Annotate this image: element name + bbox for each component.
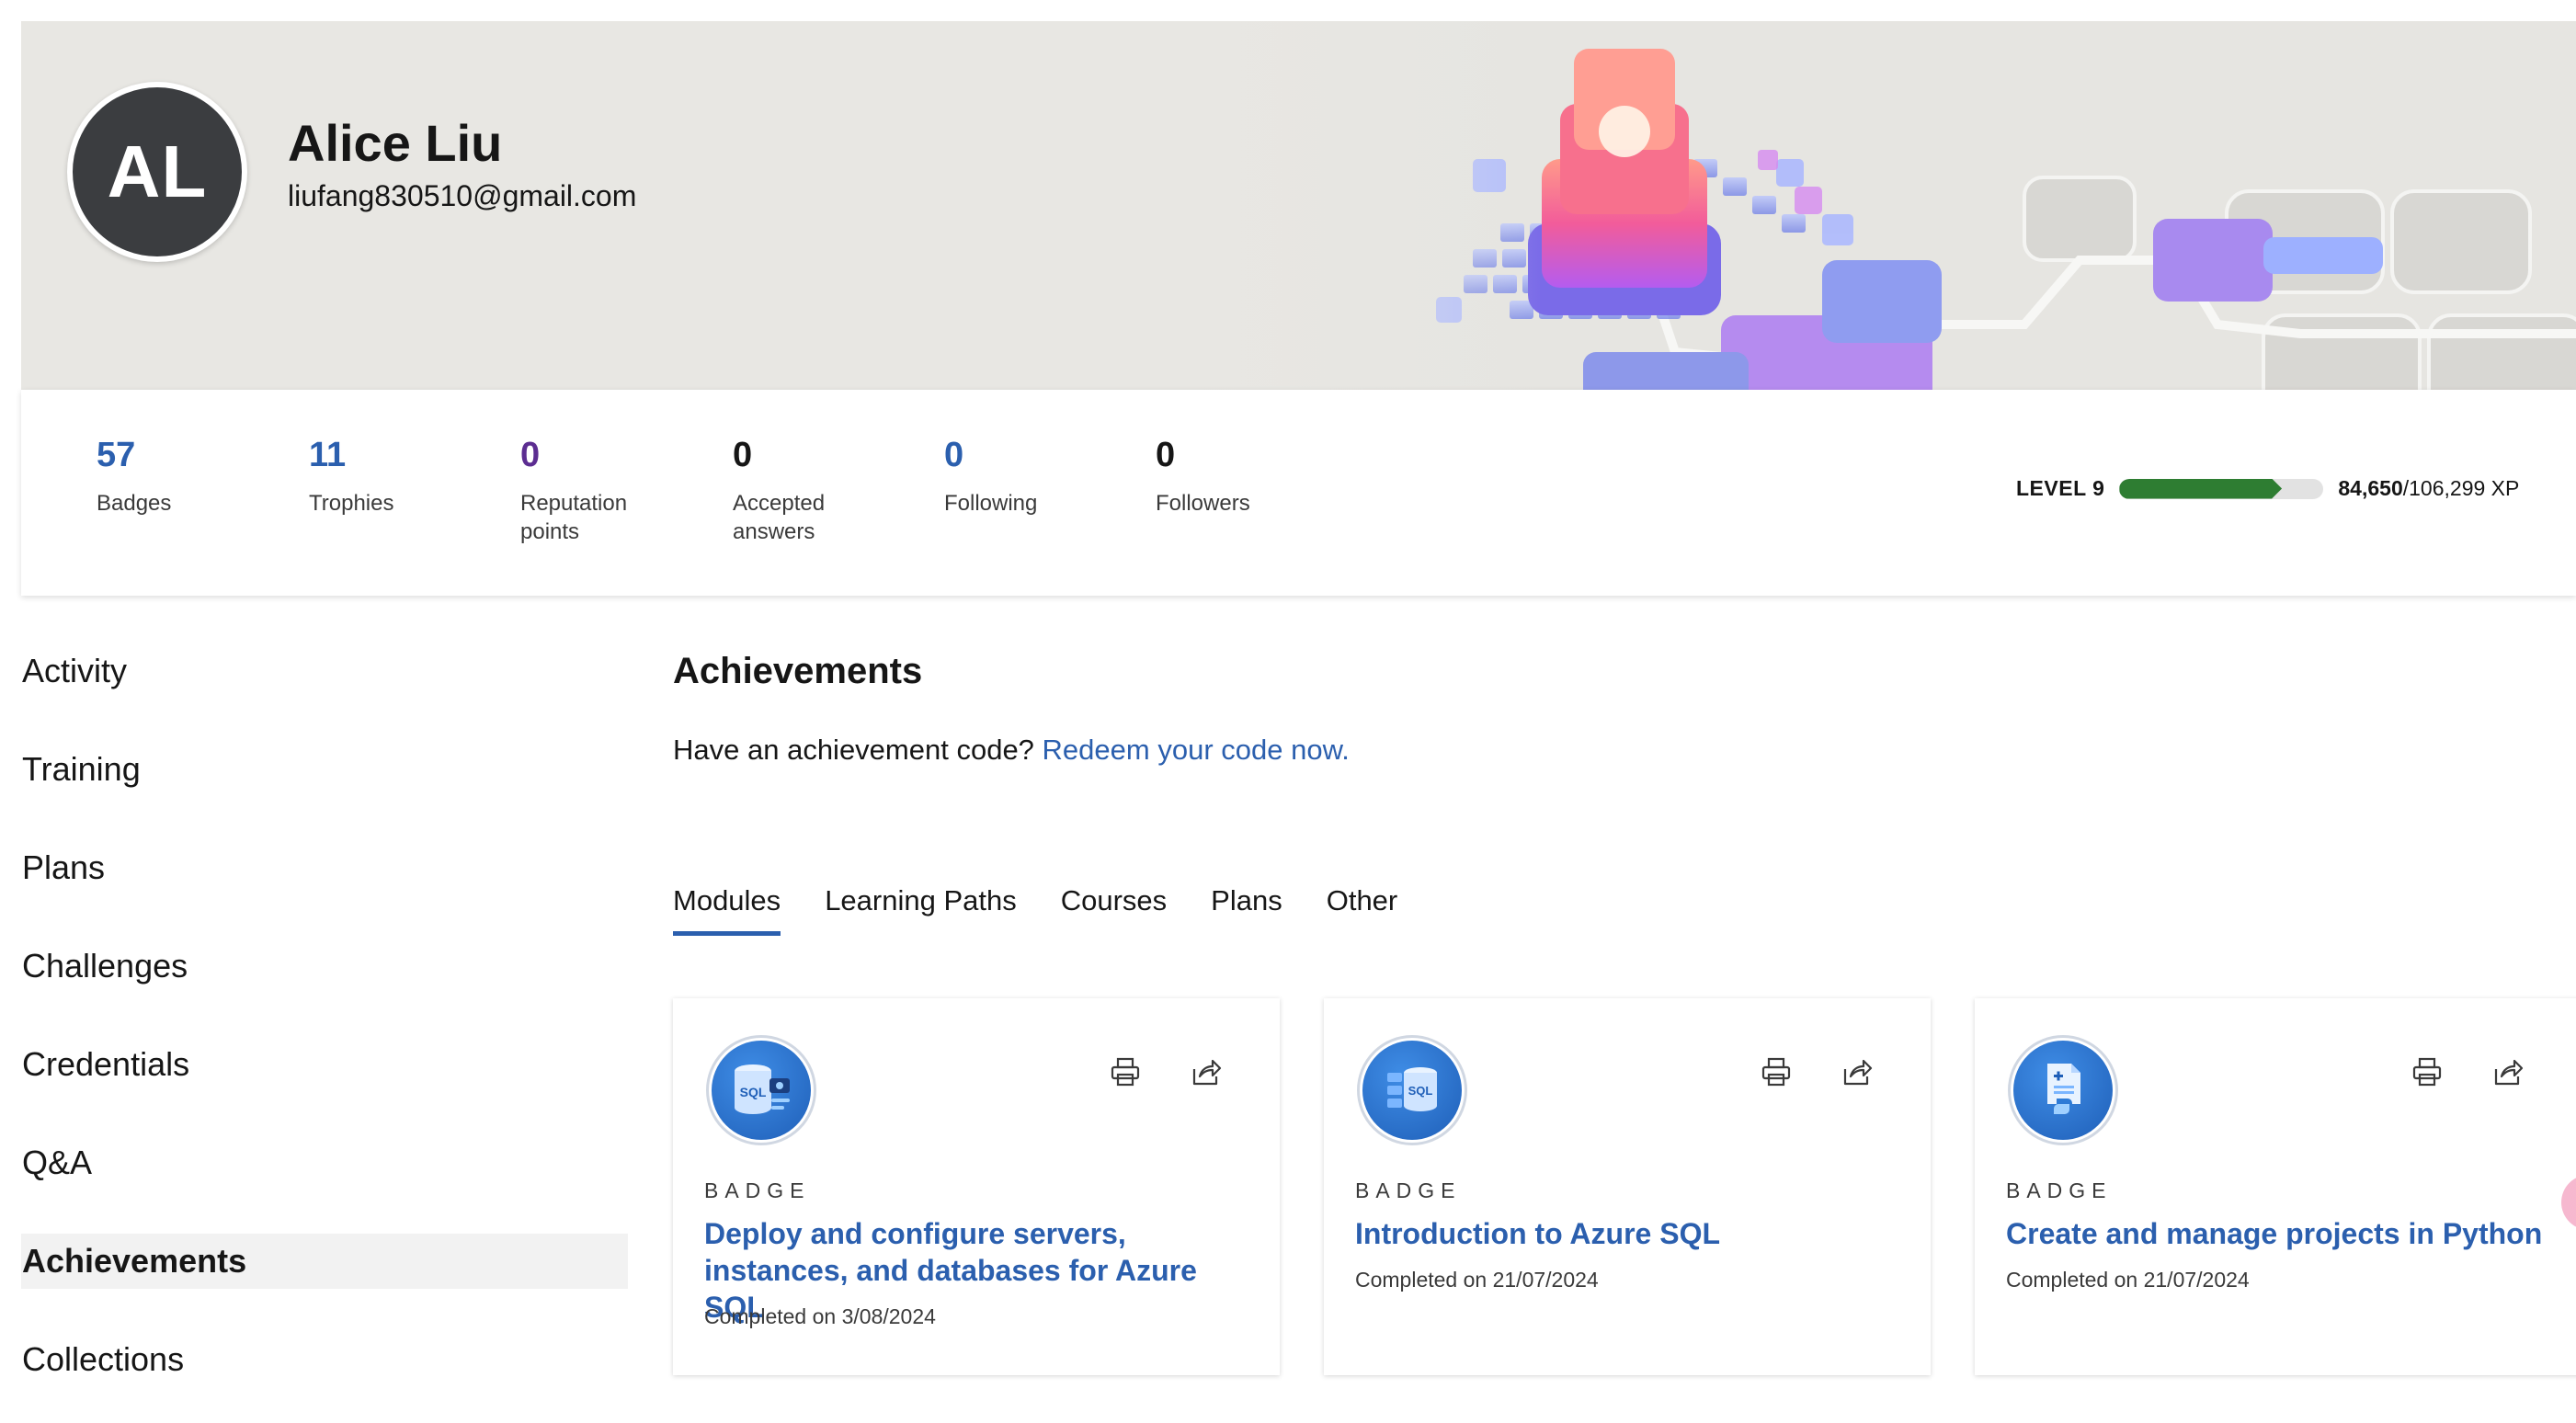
redeem-prompt-text: Have an achievement code? bbox=[673, 734, 1034, 766]
card-completed-date: Completed on 21/07/2024 bbox=[1355, 1268, 1599, 1292]
page-title: Achievements bbox=[673, 651, 923, 691]
card-title-link[interactable]: Create and manage projects in Python bbox=[2006, 1215, 2558, 1252]
stat-label: Reputation bbox=[520, 491, 628, 516]
stat-trophies[interactable]: 11 Trophies bbox=[309, 436, 493, 518]
tab-learning-paths[interactable]: Learning Paths bbox=[825, 884, 1017, 930]
sql-database-icon: SQL bbox=[1357, 1035, 1467, 1145]
share-icon[interactable] bbox=[2486, 1050, 2530, 1094]
tab-courses[interactable]: Courses bbox=[1061, 884, 1167, 930]
achievement-card: SQL BADGE Introduction to Azure SQL Comp… bbox=[1324, 998, 1931, 1375]
card-title-link[interactable]: Introduction to Azure SQL bbox=[1355, 1215, 1907, 1252]
level-progress: LEVEL 9 84,650/106,299 XP bbox=[2016, 476, 2519, 501]
tab-other[interactable]: Other bbox=[1327, 884, 1398, 930]
sidebar-item-plans[interactable]: Plans bbox=[21, 840, 628, 895]
print-icon[interactable] bbox=[2405, 1050, 2449, 1094]
sql-database-icon: SQL bbox=[706, 1035, 816, 1145]
stat-label: Accepted bbox=[733, 491, 826, 516]
stat-reputation-points[interactable]: 0 Reputation points bbox=[520, 436, 704, 546]
user-name: Alice Liu bbox=[288, 114, 503, 172]
achievement-tabs: Modules Learning Paths Courses Plans Oth… bbox=[673, 884, 1442, 936]
achievement-card-list: SQL BADGE Deploy and configure servers, … bbox=[673, 998, 2576, 1375]
card-actions bbox=[2368, 1050, 2530, 1094]
tab-plans[interactable]: Plans bbox=[1211, 884, 1282, 930]
xp-progress-fill bbox=[2119, 479, 2282, 499]
sidebar-item-qa[interactable]: Q&A bbox=[21, 1135, 628, 1190]
profile-sidebar-nav: Activity Training Plans Challenges Crede… bbox=[21, 643, 628, 1423]
stat-label: Followers bbox=[1156, 491, 1250, 516]
sidebar-item-training[interactable]: Training bbox=[21, 742, 628, 797]
sidebar-item-achievements[interactable]: Achievements bbox=[21, 1234, 628, 1289]
profile-banner: AL Alice Liu liufang830510@gmail.com bbox=[21, 21, 2576, 390]
stat-followers[interactable]: 0 Followers bbox=[1156, 436, 1339, 518]
sidebar-item-collections[interactable]: Collections bbox=[21, 1332, 628, 1387]
banner-illustration bbox=[1197, 21, 2576, 390]
xp-readout: 84,650/106,299 XP bbox=[2338, 476, 2519, 501]
card-kind-label: BADGE bbox=[704, 1178, 811, 1202]
stat-label: answers bbox=[733, 519, 815, 544]
card-kind-label: BADGE bbox=[2006, 1178, 2113, 1202]
python-document-icon bbox=[2008, 1035, 2118, 1145]
user-email: liufang830510@gmail.com bbox=[288, 179, 637, 212]
svg-text:SQL: SQL bbox=[740, 1085, 767, 1099]
avatar[interactable]: AL bbox=[67, 82, 247, 262]
card-actions bbox=[1717, 1050, 1879, 1094]
stat-accepted-answers[interactable]: 0 Accepted answers bbox=[733, 436, 917, 546]
card-kind-label: BADGE bbox=[1355, 1178, 1462, 1202]
achievement-card: BADGE Create and manage projects in Pyth… bbox=[1975, 998, 2576, 1375]
xp-total: /106,299 XP bbox=[2402, 476, 2520, 500]
stat-value: 0 bbox=[520, 436, 541, 474]
stat-label: points bbox=[520, 519, 580, 544]
achievement-card: SQL BADGE Deploy and configure servers, … bbox=[673, 998, 1280, 1375]
sidebar-item-credentials[interactable]: Credentials bbox=[21, 1037, 628, 1092]
stat-value: 11 bbox=[309, 436, 347, 474]
share-icon[interactable] bbox=[1835, 1050, 1879, 1094]
profile-stats-bar: 57 Badges 11 Trophies 0 Reputation point… bbox=[21, 390, 2576, 596]
xp-progress-bar bbox=[2119, 478, 2324, 499]
redeem-code-link[interactable]: Redeem your code now. bbox=[1043, 734, 1350, 766]
tab-modules[interactable]: Modules bbox=[673, 884, 781, 936]
card-actions bbox=[1066, 1050, 1228, 1094]
stat-badges[interactable]: 57 Badges bbox=[97, 436, 280, 518]
share-icon[interactable] bbox=[1184, 1050, 1228, 1094]
card-completed-date: Completed on 21/07/2024 bbox=[2006, 1268, 2250, 1292]
stat-following[interactable]: 0 Following bbox=[944, 436, 1128, 518]
avatar-initials: AL bbox=[107, 131, 208, 212]
stat-label: Trophies bbox=[309, 491, 394, 516]
xp-current: 84,650 bbox=[2338, 476, 2403, 500]
stat-value: 57 bbox=[97, 436, 136, 474]
level-label: LEVEL 9 bbox=[2016, 476, 2105, 500]
stat-value: 0 bbox=[944, 436, 964, 474]
print-icon[interactable] bbox=[1103, 1050, 1147, 1094]
stat-value: 0 bbox=[1156, 436, 1176, 474]
stat-label: Following bbox=[944, 491, 1038, 516]
achievements-section: Achievements Have an achievement code? R… bbox=[673, 643, 2576, 1375]
svg-text:SQL: SQL bbox=[1408, 1084, 1433, 1098]
sidebar-item-activity[interactable]: Activity bbox=[21, 643, 628, 699]
card-completed-date: Completed on 3/08/2024 bbox=[704, 1304, 936, 1328]
redeem-prompt: Have an achievement code? Redeem your co… bbox=[673, 734, 2576, 767]
print-icon[interactable] bbox=[1754, 1050, 1798, 1094]
sidebar-item-challenges[interactable]: Challenges bbox=[21, 939, 628, 994]
stat-label: Badges bbox=[97, 491, 172, 516]
stat-value: 0 bbox=[733, 436, 753, 474]
